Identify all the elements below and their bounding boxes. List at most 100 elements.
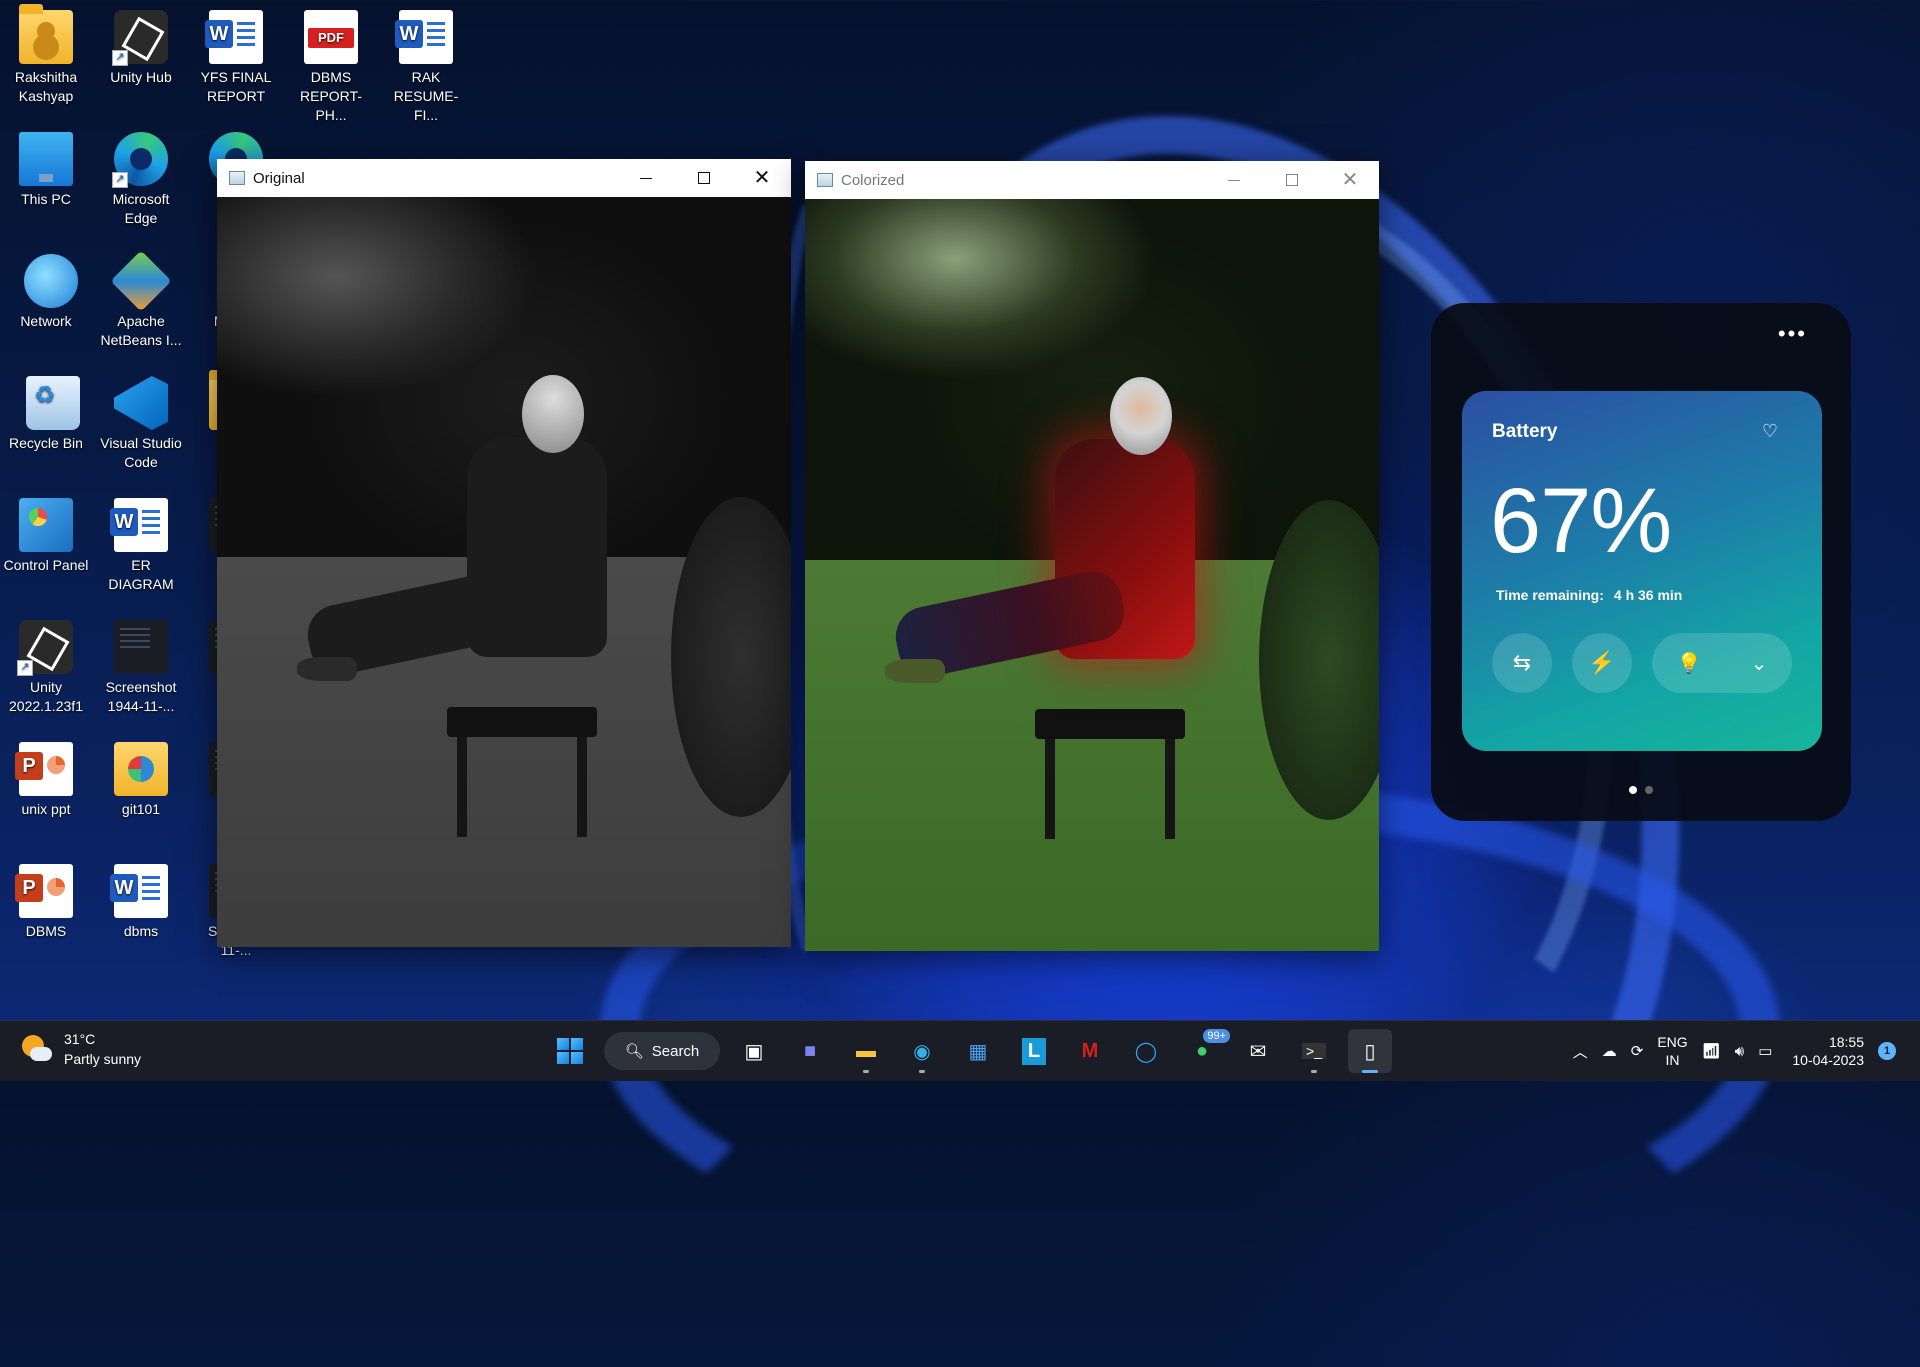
desktop-icon-label: ER DIAGRAM xyxy=(108,557,174,592)
whatsapp-button[interactable]: ● 99+ xyxy=(1180,1029,1230,1073)
minimize-icon xyxy=(1228,179,1240,181)
colorized-window[interactable]: Colorized ✕ xyxy=(805,161,1379,951)
desktop-icon-unix-ppt[interactable]: unix ppt xyxy=(1,732,91,819)
colorized-image xyxy=(805,199,1379,951)
sync-icon[interactable]: ⟳ xyxy=(1631,1042,1644,1060)
desktop-icon-label: Unity Hub xyxy=(110,69,172,85)
page-dot[interactable] xyxy=(1645,786,1653,794)
mcafee-button[interactable]: M xyxy=(1068,1029,1112,1073)
tips-dropdown-button[interactable]: 💡 ⌄ xyxy=(1652,633,1792,693)
more-options-icon[interactable]: ••• xyxy=(1778,323,1807,345)
maximize-button[interactable] xyxy=(675,159,733,197)
desktop-icon-user-folder[interactable]: Rakshitha Kashyap xyxy=(1,0,91,106)
desktop-icon-network[interactable]: Network xyxy=(1,244,91,331)
window-titlebar[interactable]: Colorized ✕ xyxy=(805,161,1379,199)
l-app-icon: L xyxy=(1021,1037,1047,1065)
desktop-icon-edge[interactable]: ↗ Microsoft Edge xyxy=(96,122,186,228)
desktop-icon-rak-resume[interactable]: RAK RESUME-FI... xyxy=(381,0,471,125)
microsoft-store-button[interactable]: ▦ xyxy=(956,1029,1000,1073)
weather-widget[interactable]: 31°C Partly sunny xyxy=(20,1029,141,1069)
desktop-icon-label: Control Panel xyxy=(3,557,89,573)
lightning-icon: ⚡ xyxy=(1588,650,1616,675)
wifi-icon[interactable]: 📶︎ xyxy=(1702,1042,1721,1060)
desktop-icon-netbeans[interactable]: Apache NetBeans I... xyxy=(96,244,186,350)
start-button[interactable] xyxy=(548,1029,592,1073)
mail-button[interactable]: ✉ xyxy=(1236,1029,1280,1073)
window-titlebar[interactable]: Original ✕ xyxy=(217,159,791,197)
battery-saver-icon: ⇆ xyxy=(1512,650,1532,675)
desktop-icon-git101[interactable]: git101 xyxy=(96,732,186,819)
clock[interactable]: 18:55 10-04-2023 xyxy=(1792,1033,1864,1069)
chevron-up-icon[interactable]: ︿ xyxy=(1573,1041,1588,1062)
lang-bottom: IN xyxy=(1665,1052,1680,1068)
clock-time: 18:55 xyxy=(1828,1034,1864,1050)
task-view-button[interactable]: ▣ xyxy=(732,1029,776,1073)
l-app-button[interactable]: L xyxy=(1012,1029,1056,1073)
page-dot-active[interactable] xyxy=(1629,786,1637,794)
shortcut-arrow-icon: ↗ xyxy=(112,50,128,66)
mcafee-icon: M xyxy=(1081,1039,1099,1062)
desktop-icon-label: git101 xyxy=(121,801,161,817)
teams-chat-button[interactable]: ■ xyxy=(788,1029,832,1073)
desktop-icon-unity[interactable]: ↗ Unity 2022.1.23f1 xyxy=(1,610,91,716)
shortcut-arrow-icon: ↗ xyxy=(112,172,128,188)
battery-card[interactable]: Battery ♡ 67% Time remaining: 4 h 36 min … xyxy=(1462,391,1822,751)
battery-icon[interactable]: ▭ xyxy=(1758,1042,1772,1060)
shortcut-arrow-icon: ↗ xyxy=(17,660,33,676)
desktop-icon-dbms-report[interactable]: DBMS REPORT-PH... xyxy=(286,0,376,125)
document-icon: ▯ xyxy=(1364,1040,1376,1063)
vscode-icon xyxy=(114,376,168,430)
desktop-icon-label: unix ppt xyxy=(21,801,71,817)
close-button[interactable]: ✕ xyxy=(733,159,791,197)
terminal-button[interactable]: >_ xyxy=(1292,1029,1336,1073)
close-icon: ✕ xyxy=(1341,169,1359,191)
maximize-icon xyxy=(698,172,710,184)
desktop-icon-yfs-report[interactable]: YFS FINAL REPORT xyxy=(191,0,281,106)
unity-hub-icon: ↗ xyxy=(112,10,168,66)
desktop-icon-dbms-word[interactable]: dbms xyxy=(96,854,186,941)
desktop-icon-label: DBMS xyxy=(25,923,67,939)
original-window[interactable]: Original ✕ xyxy=(217,159,791,947)
desktop-icon-label: Visual Studio Code xyxy=(100,435,182,470)
edge-icon: ◉ xyxy=(913,1040,931,1063)
weather-condition: Partly sunny xyxy=(64,1051,142,1067)
desktop-icon-unity-hub[interactable]: ↗ Unity Hub xyxy=(96,0,186,87)
widget-page-indicator[interactable] xyxy=(1629,786,1653,794)
language-indicator[interactable]: ENG IN xyxy=(1657,1033,1687,1069)
minimize-button[interactable] xyxy=(1205,161,1263,199)
system-tray: ︿ ☁ ⟳ ENG IN 📶︎ 🔊︎ ▭ 18:55 10-04-2023 1 xyxy=(1573,1029,1896,1073)
chevron-down-icon: ⌄ xyxy=(1750,652,1768,675)
desktop-icon-screenshot[interactable]: Screenshot 1944-11-... xyxy=(96,610,186,716)
store-icon: ▦ xyxy=(968,1040,988,1063)
battery-saver-button[interactable]: ⇆ xyxy=(1492,633,1552,693)
network-icon xyxy=(24,254,78,308)
file-explorer-button[interactable]: ▬ xyxy=(844,1029,888,1073)
taskbar: 31°C Partly sunny 🔍︎ Search ▣ ■ ▬ ◉ ▦ L … xyxy=(0,1020,1920,1081)
this-pc-icon xyxy=(19,132,73,186)
chair xyxy=(1035,639,1185,839)
edge-taskbar-button[interactable]: ◉ xyxy=(900,1029,944,1073)
desktop-icon-recycle-bin[interactable]: Recycle Bin xyxy=(1,366,91,453)
taskbar-apps: 🔍︎ Search ▣ ■ ▬ ◉ ▦ L M ◯ ● 99+ ✉ >_ ▯ xyxy=(548,1029,1392,1073)
desktop-icon-vscode[interactable]: Visual Studio Code xyxy=(96,366,186,472)
desktop-icon-er-diagram[interactable]: ER DIAGRAM xyxy=(96,488,186,594)
maximize-button[interactable] xyxy=(1263,161,1321,199)
onedrive-icon[interactable]: ☁ xyxy=(1602,1042,1617,1060)
search-icon: 🔍︎ xyxy=(624,1043,644,1060)
cortana-button[interactable]: ◯ xyxy=(1124,1029,1168,1073)
search-button[interactable]: 🔍︎ Search xyxy=(604,1032,720,1070)
time-remaining-value: 4 h 36 min xyxy=(1613,587,1683,603)
desktop-icon-control-panel[interactable]: Control Panel xyxy=(1,488,91,575)
desktop-icon-dbms-ppt[interactable]: DBMS xyxy=(1,854,91,941)
battery-health-icon[interactable]: ♡ xyxy=(1762,421,1778,442)
volume-icon[interactable]: 🔊︎ xyxy=(1735,1043,1744,1060)
python-window-button[interactable]: ▯ xyxy=(1348,1029,1392,1073)
battery-percent: 67% xyxy=(1490,470,1672,572)
notification-badge[interactable]: 1 xyxy=(1878,1042,1896,1060)
close-button[interactable]: ✕ xyxy=(1321,161,1379,199)
desktop-icon-this-pc[interactable]: This PC xyxy=(1,122,91,209)
word-document-icon xyxy=(110,498,168,552)
partly-sunny-icon xyxy=(20,1033,52,1065)
power-mode-button[interactable]: ⚡ xyxy=(1572,633,1632,693)
minimize-button[interactable] xyxy=(617,159,675,197)
